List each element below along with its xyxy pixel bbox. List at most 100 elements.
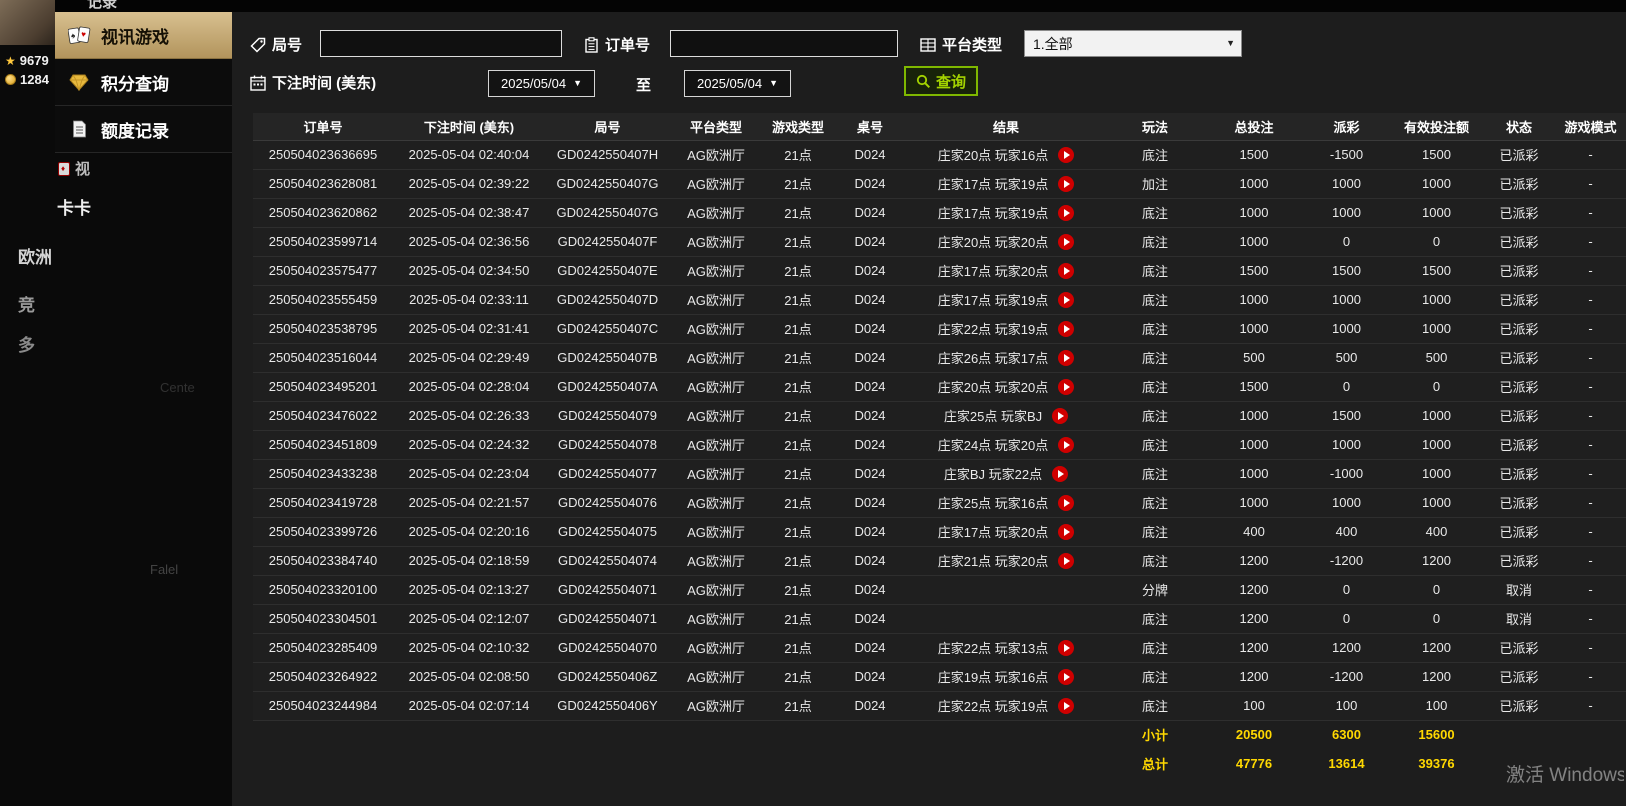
order-number-input[interactable] bbox=[670, 30, 898, 57]
video-play-icon[interactable] bbox=[1058, 291, 1075, 308]
platform-select[interactable]: 1.全部 ▼ bbox=[1024, 30, 1242, 57]
play-triangle bbox=[1063, 295, 1070, 304]
table-row: 250504023384740 2025-05-04 02:18:59 GD0242… bbox=[253, 546, 1626, 576]
video-play-icon[interactable] bbox=[1058, 262, 1075, 279]
play-type-cell: 底注 bbox=[1106, 662, 1204, 692]
total-bet-cell: 500 bbox=[1204, 343, 1304, 373]
play-triangle bbox=[1063, 382, 1070, 391]
payout-cell: 0 bbox=[1304, 372, 1389, 402]
records-table: 订单号 下注时间 (美东) 局号 平台类型 游戏类型 桌号 结果 玩法 总投注 派彩 有效投注额 状态… bbox=[253, 113, 1626, 778]
game-mode-cell: - bbox=[1554, 169, 1626, 199]
column-header: 平台类型 bbox=[670, 113, 762, 141]
valid-bet-cell: 1500 bbox=[1389, 256, 1484, 286]
sidebar-item-label: 积分查询 bbox=[101, 74, 169, 94]
video-play-icon[interactable] bbox=[1058, 668, 1075, 685]
background-label-kaka: 卡卡 bbox=[57, 199, 91, 218]
table-row: 250504023538795 2025-05-04 02:31:41 GD0242… bbox=[253, 314, 1626, 344]
order-cell: 250504023538795 bbox=[253, 314, 393, 344]
avatar[interactable] bbox=[0, 0, 55, 45]
valid-bet-cell: 1000 bbox=[1389, 488, 1484, 518]
table-row: 250504023285409 2025-05-04 02:10:32 GD0242… bbox=[253, 633, 1626, 663]
video-play-icon[interactable] bbox=[1052, 407, 1069, 424]
result-cell: 庄家22点 玩家19点 bbox=[906, 314, 1106, 344]
video-play-icon[interactable] bbox=[1058, 233, 1075, 250]
date-from-select[interactable]: 2025/05/04 ▼ bbox=[488, 70, 595, 97]
payout-cell: 1000 bbox=[1304, 285, 1389, 315]
order-cell: 250504023320100 bbox=[253, 575, 393, 605]
records-table-wrap: 订单号 下注时间 (美东) 局号 平台类型 游戏类型 桌号 结果 玩法 总投注 派彩 有效投注额 状态… bbox=[253, 113, 1626, 778]
diamond-icon bbox=[67, 74, 91, 91]
result-cell: 庄家25点 玩家BJ bbox=[906, 401, 1106, 431]
video-play-icon[interactable] bbox=[1058, 523, 1075, 540]
status-cell: 已派彩 bbox=[1484, 314, 1554, 344]
time-cell: 2025-05-04 02:34:50 bbox=[393, 256, 545, 286]
search-button-label: 查询 bbox=[936, 73, 967, 91]
video-play-icon[interactable] bbox=[1058, 494, 1075, 511]
tag-icon bbox=[250, 37, 266, 53]
payout-cell: 500 bbox=[1304, 343, 1389, 373]
result-cell: 庄家21点 玩家20点 bbox=[906, 546, 1106, 576]
play-triangle bbox=[1063, 179, 1070, 188]
video-play-icon[interactable] bbox=[1058, 175, 1075, 192]
order-cell: 250504023304501 bbox=[253, 604, 393, 634]
table-number-cell: D024 bbox=[834, 430, 906, 460]
video-play-icon[interactable] bbox=[1058, 378, 1075, 395]
result-text: 庄家22点 玩家19点 bbox=[937, 322, 1049, 337]
video-play-icon[interactable] bbox=[1058, 552, 1075, 569]
video-play-icon[interactable] bbox=[1058, 436, 1075, 453]
total-bet-cell: 1000 bbox=[1204, 169, 1304, 199]
empty-cell bbox=[1554, 720, 1626, 749]
game-mode-cell: - bbox=[1554, 372, 1626, 402]
video-play-icon[interactable] bbox=[1058, 320, 1075, 337]
game-mode-cell: - bbox=[1554, 198, 1626, 228]
valid-bet-cell: 1000 bbox=[1389, 314, 1484, 344]
round-number-input[interactable] bbox=[320, 30, 562, 57]
video-play-icon[interactable] bbox=[1058, 146, 1075, 163]
star-icon: ★ bbox=[5, 53, 16, 68]
table-row: 250504023433238 2025-05-04 02:23:04 GD0242… bbox=[253, 459, 1626, 489]
search-button[interactable]: 查询 bbox=[904, 66, 979, 96]
grid-icon bbox=[920, 37, 936, 52]
empty-cell bbox=[393, 749, 545, 778]
payout-cell: -1200 bbox=[1304, 546, 1389, 576]
clipboard-icon bbox=[585, 36, 598, 53]
valid-bet-cell: 0 bbox=[1389, 604, 1484, 634]
empty-cell bbox=[670, 720, 762, 749]
result-text: 庄家22点 玩家13点 bbox=[937, 641, 1049, 656]
sidebar-item-quota-records[interactable]: 额度记录 bbox=[55, 106, 232, 153]
time-cell: 2025-05-04 02:28:04 bbox=[393, 372, 545, 402]
game-type-cell: 21点 bbox=[762, 662, 834, 692]
video-play-icon[interactable] bbox=[1058, 697, 1075, 714]
result-text: 庄家17点 玩家20点 bbox=[937, 525, 1049, 540]
result-cell: 庄家17点 玩家20点 bbox=[906, 517, 1106, 547]
order-cell: 250504023599714 bbox=[253, 227, 393, 257]
table-number-cell: D024 bbox=[834, 285, 906, 315]
video-play-icon[interactable] bbox=[1058, 639, 1075, 656]
play-type-cell: 底注 bbox=[1106, 430, 1204, 460]
order-cell: 250504023636695 bbox=[253, 140, 393, 170]
time-cell: 2025-05-04 02:33:11 bbox=[393, 285, 545, 315]
video-play-icon[interactable] bbox=[1058, 349, 1075, 366]
sidebar-item-points-query[interactable]: 积分查询 bbox=[55, 59, 232, 106]
status-cell: 已派彩 bbox=[1484, 459, 1554, 489]
video-play-icon[interactable] bbox=[1052, 465, 1069, 482]
result-text: 庄家20点 玩家20点 bbox=[937, 380, 1049, 395]
result-cell: 庄家25点 玩家16点 bbox=[906, 488, 1106, 518]
table-number-cell: D024 bbox=[834, 662, 906, 692]
empty-cell bbox=[1484, 720, 1554, 749]
table-number-cell: D024 bbox=[834, 604, 906, 634]
empty-cell bbox=[545, 720, 670, 749]
document-icon bbox=[67, 120, 91, 138]
sidebar-item-video-games[interactable]: ♠ ♥ 视讯游戏 bbox=[55, 12, 232, 59]
status-cell: 已派彩 bbox=[1484, 285, 1554, 315]
table-row: 250504023399726 2025-05-04 02:20:16 GD0242… bbox=[253, 517, 1626, 547]
game-type-cell: 21点 bbox=[762, 140, 834, 170]
time-cell: 2025-05-04 02:12:07 bbox=[393, 604, 545, 634]
video-play-icon[interactable] bbox=[1058, 204, 1075, 221]
main-panel: 局号 订单号 平台类型 1.全部 ▼ 下注时间 (美东) 2025/05/04 … bbox=[232, 12, 1626, 806]
table-number-cell: D024 bbox=[834, 459, 906, 489]
date-to-select[interactable]: 2025/05/04 ▼ bbox=[684, 70, 791, 97]
background-label-jing: 竞 bbox=[18, 296, 35, 315]
round-cell: GD0242550407C bbox=[545, 314, 670, 344]
game-mode-cell: - bbox=[1554, 401, 1626, 431]
